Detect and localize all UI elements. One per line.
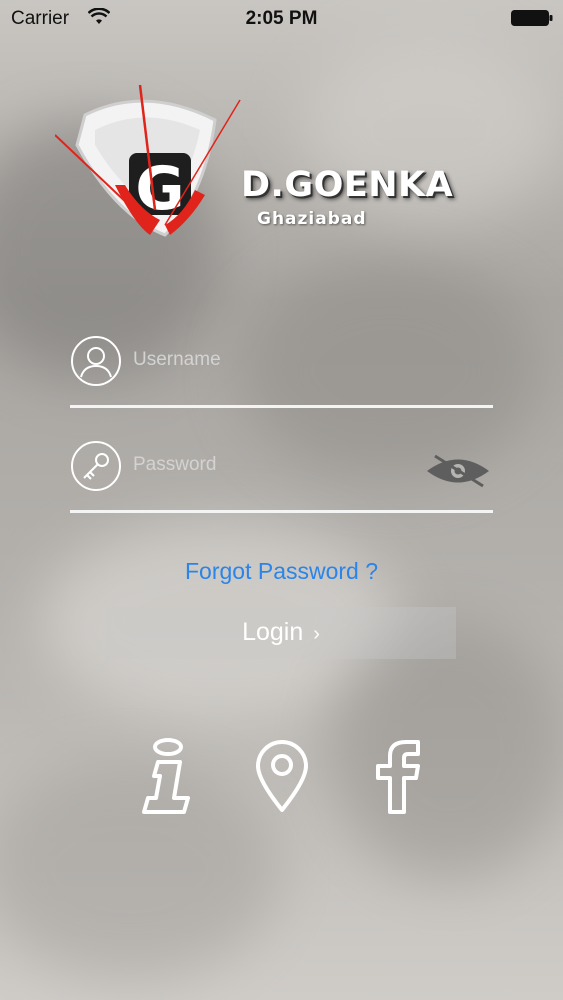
toggle-password-visibility-icon[interactable] [425,454,491,488]
login-button[interactable]: Login › [106,607,456,659]
facebook-icon[interactable] [368,738,424,818]
username-field[interactable] [70,335,493,409]
school-name: D.GOENKA [241,165,454,205]
location-pin-icon[interactable] [254,738,310,818]
key-icon [71,441,121,491]
login-label: Login [242,618,304,646]
info-icon[interactable] [138,738,194,818]
battery-icon [511,10,553,26]
username-input[interactable] [133,349,413,371]
username-underline [70,405,493,408]
password-field[interactable] [70,440,493,514]
clock: 2:05 PM [245,8,318,29]
logo-mark-icon: G [55,85,241,237]
status-bar: Carrier 2:05 PM [0,0,563,40]
password-underline [70,510,493,513]
chevron-right-icon: › [313,623,320,645]
school-logo: G D.GOENKA Ghaziabad [55,85,453,255]
school-city: Ghaziabad [257,209,367,229]
user-icon [71,336,121,386]
password-input[interactable] [133,454,413,476]
forgot-password-link[interactable]: Forgot Password ? [0,558,563,585]
